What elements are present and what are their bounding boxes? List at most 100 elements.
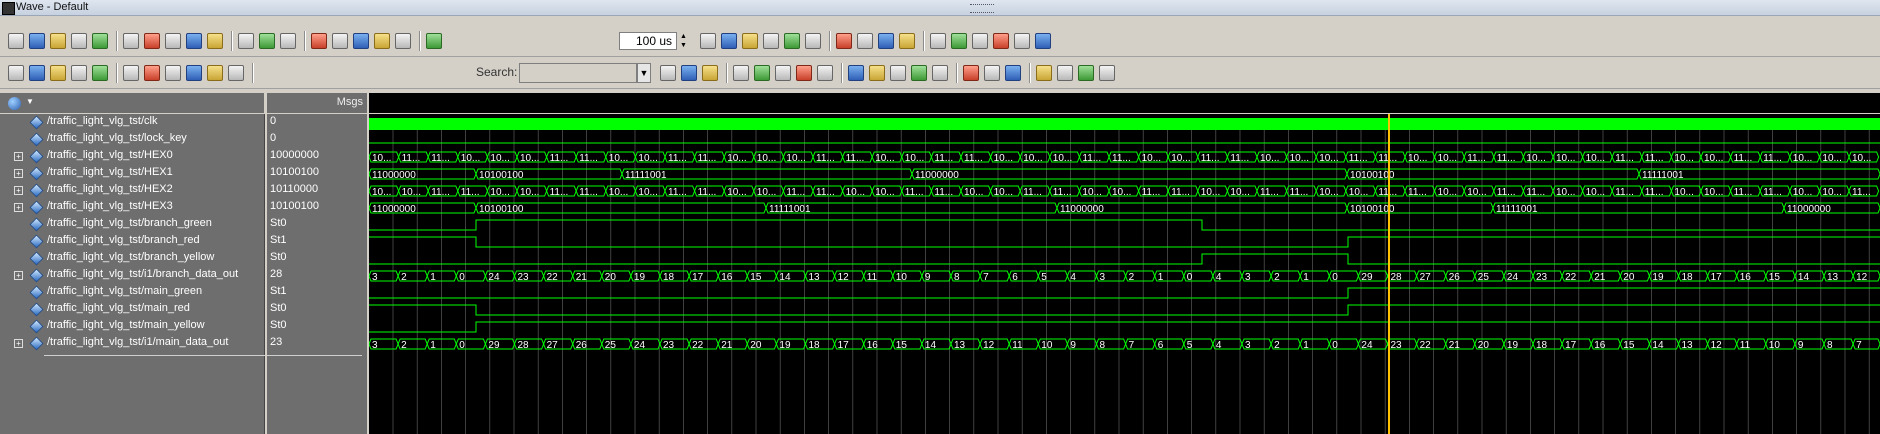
zoom-cursor-icon[interactable] (911, 65, 927, 81)
signal-row[interactable]: /traffic_light_vlg_tst/lock_key (0, 131, 264, 148)
expand-icon[interactable]: + (14, 271, 23, 280)
continue-icon[interactable] (836, 33, 852, 49)
app-window-icon[interactable] (2, 2, 15, 15)
signal-row[interactable]: + /traffic_light_vlg_tst/i1/main_data_out (0, 335, 264, 352)
insert-cursor-icon[interactable] (123, 65, 139, 81)
search-wave-icon[interactable] (660, 65, 676, 81)
zoom-full-icon[interactable] (890, 65, 906, 81)
signal-row[interactable]: /traffic_light_vlg_tst/branch_yellow (0, 250, 264, 267)
signal-high-icon[interactable] (1057, 65, 1073, 81)
expand-icon[interactable]: + (14, 152, 23, 161)
expand-icon[interactable]: + (14, 186, 23, 195)
delete-cursor-icon[interactable] (144, 65, 160, 81)
run-all-icon[interactable] (857, 33, 873, 49)
add-log-icon[interactable] (50, 65, 66, 81)
expand-icon[interactable]: + (14, 169, 23, 178)
print-icon[interactable] (92, 33, 108, 49)
step-back-icon[interactable] (721, 33, 737, 49)
signal-row[interactable]: + /traffic_light_vlg_tst/HEX2 (0, 182, 264, 199)
expand-icon[interactable]: + (14, 203, 23, 212)
zoom-input[interactable] (619, 32, 677, 50)
wave-dark-icon[interactable] (1005, 65, 1021, 81)
new-file-icon[interactable] (8, 33, 24, 49)
undo-icon[interactable] (186, 33, 202, 49)
step-into-icon[interactable] (930, 33, 946, 49)
zoom-range-icon[interactable] (932, 65, 948, 81)
signal-row[interactable]: + /traffic_light_vlg_tst/i1/branch_data_o… (0, 267, 264, 284)
paste-icon[interactable] (165, 33, 181, 49)
toolbar-separator (231, 31, 233, 51)
wave-blue-icon[interactable] (984, 65, 1000, 81)
signal-row[interactable]: /traffic_light_vlg_tst/clk (0, 114, 264, 131)
drag-grip-icon[interactable] (970, 4, 994, 13)
dataflow-icon[interactable] (311, 33, 327, 49)
grid-icon[interactable] (1036, 65, 1052, 81)
add-memory-icon[interactable] (71, 65, 87, 81)
redo-icon[interactable] (207, 33, 223, 49)
edit-mode-icon[interactable] (796, 65, 812, 81)
search-dropdown-icon[interactable]: ▼ (637, 63, 651, 83)
signal-row[interactable]: /traffic_light_vlg_tst/branch_red (0, 233, 264, 250)
copy-icon[interactable] (144, 33, 160, 49)
search-input[interactable] (519, 63, 637, 83)
memory-icon[interactable] (353, 33, 369, 49)
wave-format-icon[interactable] (332, 33, 348, 49)
pan-mode-icon[interactable] (775, 65, 791, 81)
step-up2-icon[interactable] (1035, 33, 1051, 49)
signal-row[interactable]: /traffic_light_vlg_tst/main_red (0, 301, 264, 318)
list-icon[interactable] (280, 33, 296, 49)
signal-row[interactable]: /traffic_light_vlg_tst/main_green (0, 284, 264, 301)
signal-rise-icon[interactable] (1078, 65, 1094, 81)
zoom-mode-icon[interactable] (754, 65, 770, 81)
step-forward-icon[interactable] (742, 33, 758, 49)
open-folder-icon[interactable] (29, 33, 45, 49)
compile-icon[interactable] (238, 33, 254, 49)
signal-row[interactable]: + /traffic_light_vlg_tst/HEX3 (0, 199, 264, 216)
run-icon[interactable] (805, 33, 821, 49)
globe-icon[interactable] (8, 97, 21, 110)
hex0-wave-label: 10... (1526, 153, 1545, 164)
add-wave-icon[interactable] (8, 65, 24, 81)
step-down-icon[interactable] (1014, 33, 1030, 49)
signal-row[interactable]: /traffic_light_vlg_tst/main_yellow (0, 318, 264, 335)
signal-value: 28 (270, 268, 283, 280)
waveform-area[interactable]: 10... 11... 11... 10... 10... 10... 11... 11...… (369, 114, 1880, 434)
zoom-in-icon[interactable] (848, 65, 864, 81)
run-length-icon[interactable] (784, 33, 800, 49)
prev-transition-icon[interactable] (207, 65, 223, 81)
step-icon[interactable] (993, 33, 1009, 49)
cut-icon[interactable] (123, 33, 139, 49)
add-list-icon[interactable] (29, 65, 45, 81)
signal-row[interactable]: + /traffic_light_vlg_tst/HEX0 (0, 148, 264, 165)
select-mode-icon[interactable] (733, 65, 749, 81)
search-back-icon[interactable] (681, 65, 697, 81)
step-over-icon[interactable] (951, 33, 967, 49)
stop-wave-icon[interactable] (817, 65, 833, 81)
time-ruler[interactable] (369, 93, 1880, 113)
break-icon[interactable] (878, 33, 894, 49)
add-dataflow-icon[interactable] (92, 65, 108, 81)
next-edge-icon[interactable] (186, 65, 202, 81)
search-forward-icon[interactable] (702, 65, 718, 81)
zoom-spinner-icon[interactable]: ▲ ▼ (678, 32, 689, 50)
cursor-add-icon[interactable] (426, 33, 442, 49)
expand-icon[interactable]: + (14, 339, 23, 348)
prev-edge-icon[interactable] (165, 65, 181, 81)
signal-low-icon[interactable] (1099, 65, 1115, 81)
zoom-area-icon[interactable] (395, 33, 411, 49)
restart-icon[interactable] (763, 33, 779, 49)
find-icon[interactable] (259, 33, 275, 49)
step-out-icon[interactable] (972, 33, 988, 49)
next-transition-icon[interactable] (228, 65, 244, 81)
save-icon[interactable] (50, 33, 66, 49)
step-up-icon[interactable] (700, 33, 716, 49)
delete-icon[interactable] (374, 33, 390, 49)
zoom-out-icon[interactable] (869, 65, 885, 81)
chevron-down-icon[interactable]: ▼ (26, 97, 34, 106)
reload-icon[interactable] (71, 33, 87, 49)
stop-icon[interactable] (899, 33, 915, 49)
waveform-canvas[interactable]: 10... 11... 11... 10... 10... 10... 11... 11...… (369, 114, 1880, 434)
wave-green-icon[interactable] (963, 65, 979, 81)
signal-row[interactable]: + /traffic_light_vlg_tst/HEX1 (0, 165, 264, 182)
signal-row[interactable]: /traffic_light_vlg_tst/branch_green (0, 216, 264, 233)
